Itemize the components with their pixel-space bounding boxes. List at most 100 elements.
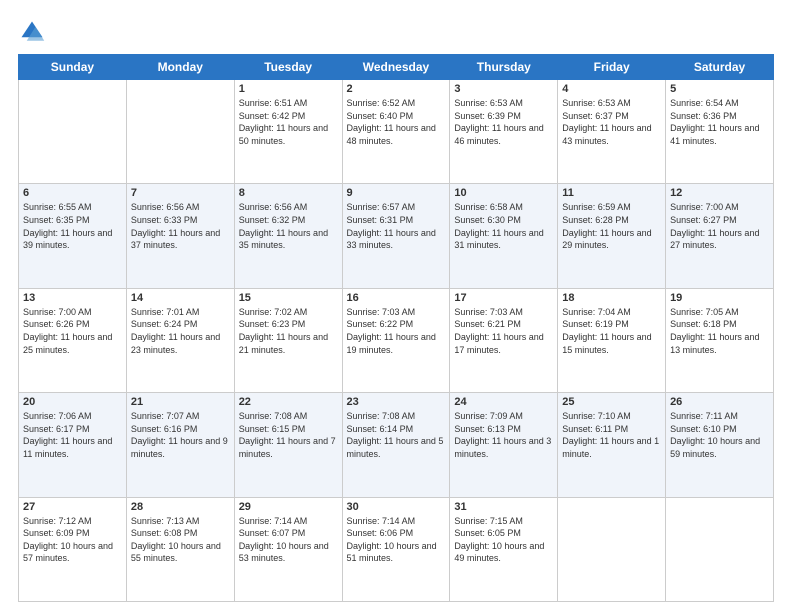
day-header: Sunday [19,55,127,80]
calendar-cell: 7Sunrise: 6:56 AMSunset: 6:33 PMDaylight… [126,184,234,288]
day-number: 20 [23,396,122,408]
day-number: 13 [23,292,122,304]
day-info: Sunrise: 7:08 AMSunset: 6:15 PMDaylight:… [239,410,338,460]
day-number: 22 [239,396,338,408]
calendar-cell: 4 Sunrise: 6:53 AMSunset: 6:37 PMDaylight… [558,80,666,184]
day-info: Sunrise: 7:03 AMSunset: 6:22 PMDaylight:… [347,306,446,356]
day-info: Sunrise: 6:52 AMSunset: 6:40 PMDaylight:… [347,97,446,147]
day-info: Sunrise: 7:12 AMSunset: 6:09 PMDaylight:… [23,515,122,565]
logo [18,18,50,46]
calendar-week: 13 Sunrise: 7:00 AMSunset: 6:26 PMDayligh… [19,288,774,392]
calendar-cell: 25Sunrise: 7:10 AMSunset: 6:11 PMDayligh… [558,393,666,497]
day-info: Sunrise: 6:53 AMSunset: 6:37 PMDaylight:… [562,97,661,147]
day-info: Sunrise: 7:04 AMSunset: 6:19 PMDaylight:… [562,306,661,356]
day-info: Sunrise: 7:09 AMSunset: 6:13 PMDaylight:… [454,410,553,460]
day-info: Sunrise: 7:11 AMSunset: 6:10 PMDaylight:… [670,410,769,460]
day-header: Thursday [450,55,558,80]
day-info: Sunrise: 7:03 AMSunset: 6:21 PMDaylight:… [454,306,553,356]
calendar-cell: 27 Sunrise: 7:12 AMSunset: 6:09 PMDayligh… [19,497,127,601]
calendar-cell: 15Sunrise: 7:02 AMSunset: 6:23 PMDayligh… [234,288,342,392]
page: SundayMondayTuesdayWednesdayThursdayFrid… [0,0,792,612]
day-header: Saturday [666,55,774,80]
calendar-cell [126,80,234,184]
day-info: Sunrise: 7:00 AMSunset: 6:26 PMDaylight:… [23,306,122,356]
day-info: Sunrise: 6:54 AMSunset: 6:36 PMDaylight:… [670,97,769,147]
day-number: 2 [347,83,446,95]
calendar-cell: 2 Sunrise: 6:52 AMSunset: 6:40 PMDaylight… [342,80,450,184]
calendar-cell: 28 Sunrise: 7:13 AMSunset: 6:08 PMDayligh… [126,497,234,601]
day-info: Sunrise: 7:14 AMSunset: 6:06 PMDaylight:… [347,515,446,565]
calendar-cell: 22 Sunrise: 7:08 AMSunset: 6:15 PMDayligh… [234,393,342,497]
day-number: 18 [562,292,661,304]
calendar-cell: 17Sunrise: 7:03 AMSunset: 6:21 PMDayligh… [450,288,558,392]
day-info: Sunrise: 7:08 AMSunset: 6:14 PMDaylight:… [347,410,446,460]
calendar-cell [666,497,774,601]
day-number: 6 [23,187,122,199]
day-number: 26 [670,396,769,408]
day-info: Sunrise: 7:06 AMSunset: 6:17 PMDaylight:… [23,410,122,460]
day-info: Sunrise: 7:13 AMSunset: 6:08 PMDaylight:… [131,515,230,565]
day-header: Friday [558,55,666,80]
day-info: Sunrise: 6:57 AMSunset: 6:31 PMDaylight:… [347,201,446,251]
calendar-cell: 13 Sunrise: 7:00 AMSunset: 6:26 PMDayligh… [19,288,127,392]
calendar-table: SundayMondayTuesdayWednesdayThursdayFrid… [18,54,774,602]
day-info: Sunrise: 7:14 AMSunset: 6:07 PMDaylight:… [239,515,338,565]
logo-icon [18,18,46,46]
calendar-cell: 5 Sunrise: 6:54 AMSunset: 6:36 PMDaylight… [666,80,774,184]
day-number: 10 [454,187,553,199]
day-number: 21 [131,396,230,408]
day-info: Sunrise: 6:51 AMSunset: 6:42 PMDaylight:… [239,97,338,147]
day-number: 30 [347,501,446,513]
day-number: 9 [347,187,446,199]
calendar-cell: 3Sunrise: 6:53 AMSunset: 6:39 PMDaylight… [450,80,558,184]
calendar-cell: 26 Sunrise: 7:11 AMSunset: 6:10 PMDayligh… [666,393,774,497]
day-header: Wednesday [342,55,450,80]
calendar-cell: 31 Sunrise: 7:15 AMSunset: 6:05 PMDayligh… [450,497,558,601]
calendar-cell: 19 Sunrise: 7:05 AMSunset: 6:18 PMDayligh… [666,288,774,392]
day-number: 5 [670,83,769,95]
day-number: 11 [562,187,661,199]
day-number: 12 [670,187,769,199]
day-info: Sunrise: 7:00 AMSunset: 6:27 PMDaylight:… [670,201,769,251]
calendar-cell: 18 Sunrise: 7:04 AMSunset: 6:19 PMDayligh… [558,288,666,392]
day-info: Sunrise: 7:02 AMSunset: 6:23 PMDaylight:… [239,306,338,356]
calendar-week: 20 Sunrise: 7:06 AMSunset: 6:17 PMDayligh… [19,393,774,497]
day-number: 19 [670,292,769,304]
day-number: 24 [454,396,553,408]
day-number: 14 [131,292,230,304]
calendar-cell: 16 Sunrise: 7:03 AMSunset: 6:22 PMDayligh… [342,288,450,392]
day-info: Sunrise: 6:55 AMSunset: 6:35 PMDaylight:… [23,201,122,251]
day-info: Sunrise: 6:56 AMSunset: 6:33 PMDaylight:… [131,201,230,251]
day-number: 3 [454,83,553,95]
calendar-cell: 24 Sunrise: 7:09 AMSunset: 6:13 PMDayligh… [450,393,558,497]
calendar-cell: 30 Sunrise: 7:14 AMSunset: 6:06 PMDayligh… [342,497,450,601]
day-info: Sunrise: 7:10 AMSunset: 6:11 PMDaylight:… [562,410,661,460]
day-info: Sunrise: 7:15 AMSunset: 6:05 PMDaylight:… [454,515,553,565]
day-number: 27 [23,501,122,513]
calendar-week: 6 Sunrise: 6:55 AMSunset: 6:35 PMDaylight… [19,184,774,288]
calendar-week: 1Sunrise: 6:51 AMSunset: 6:42 PMDaylight… [19,80,774,184]
day-number: 4 [562,83,661,95]
calendar-cell: 8Sunrise: 6:56 AMSunset: 6:32 PMDaylight… [234,184,342,288]
calendar-cell: 10 Sunrise: 6:58 AMSunset: 6:30 PMDayligh… [450,184,558,288]
calendar-cell: 9 Sunrise: 6:57 AMSunset: 6:31 PMDaylight… [342,184,450,288]
day-number: 16 [347,292,446,304]
calendar-cell: 12 Sunrise: 7:00 AMSunset: 6:27 PMDayligh… [666,184,774,288]
day-number: 28 [131,501,230,513]
day-info: Sunrise: 6:59 AMSunset: 6:28 PMDaylight:… [562,201,661,251]
calendar-cell: 20 Sunrise: 7:06 AMSunset: 6:17 PMDayligh… [19,393,127,497]
day-info: Sunrise: 7:05 AMSunset: 6:18 PMDaylight:… [670,306,769,356]
calendar-cell: 1Sunrise: 6:51 AMSunset: 6:42 PMDaylight… [234,80,342,184]
day-number: 31 [454,501,553,513]
day-info: Sunrise: 7:07 AMSunset: 6:16 PMDaylight:… [131,410,230,460]
calendar-cell: 23Sunrise: 7:08 AMSunset: 6:14 PMDayligh… [342,393,450,497]
calendar-cell [19,80,127,184]
day-header: Monday [126,55,234,80]
calendar-cell [558,497,666,601]
day-info: Sunrise: 6:58 AMSunset: 6:30 PMDaylight:… [454,201,553,251]
calendar-week: 27 Sunrise: 7:12 AMSunset: 6:09 PMDayligh… [19,497,774,601]
header [18,18,774,46]
calendar-cell: 21 Sunrise: 7:07 AMSunset: 6:16 PMDayligh… [126,393,234,497]
calendar-cell: 6 Sunrise: 6:55 AMSunset: 6:35 PMDaylight… [19,184,127,288]
calendar-cell: 11 Sunrise: 6:59 AMSunset: 6:28 PMDayligh… [558,184,666,288]
